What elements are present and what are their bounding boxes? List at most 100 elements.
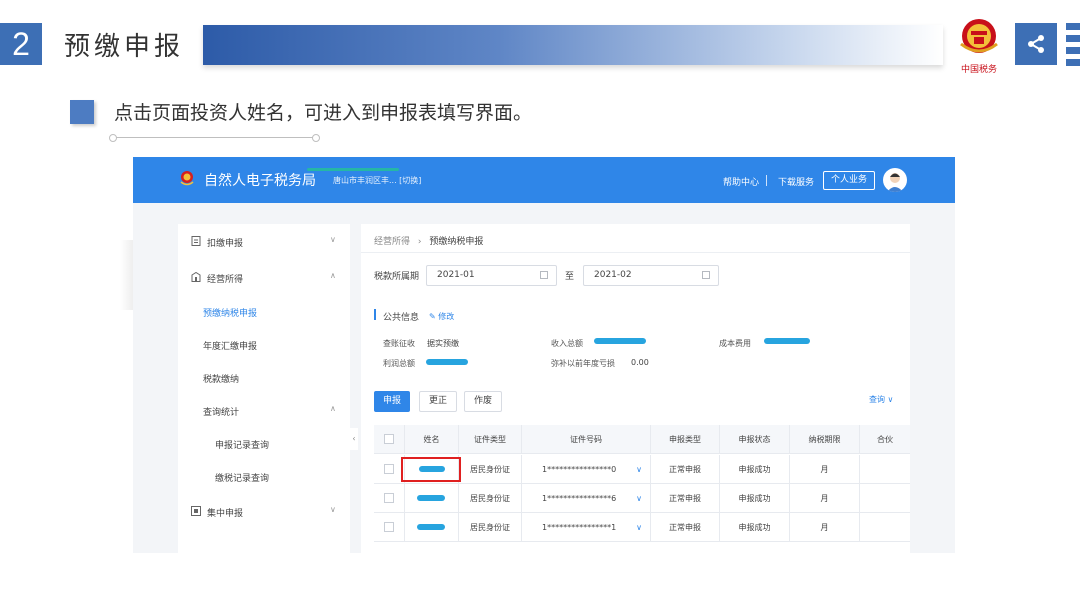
slide-title: 预缴申报	[64, 32, 185, 62]
header-id-number: 证件号码	[522, 425, 651, 454]
site-title: 自然人电子税务局	[204, 173, 316, 189]
void-button[interactable]: 作废	[464, 391, 502, 412]
sidebar-item-query-stats[interactable]: 查询统计	[203, 405, 239, 418]
partnership-cell	[860, 484, 910, 513]
sidebar-item-batch-declaration[interactable]: 集中申报 ∨	[178, 498, 350, 526]
decorative-divider	[109, 134, 320, 142]
sidebar-item-business-income[interactable]: 经营所得 ∧	[178, 264, 350, 292]
region-switch[interactable]: 唐山市丰润区丰... [切换]	[333, 175, 421, 186]
edit-label: 修改	[438, 312, 455, 321]
header-id-type: 证件类型	[459, 425, 522, 454]
row-checkbox[interactable]	[384, 493, 394, 503]
avatar[interactable]	[883, 168, 907, 192]
row-checkbox-cell	[374, 513, 405, 542]
share-icon	[1028, 35, 1044, 53]
profit-total-label: 利润总额	[383, 359, 415, 368]
sidebar-item-label: 集中申报	[207, 509, 244, 519]
breadcrumb-current: 预缴纳税申报	[429, 237, 484, 247]
sidebar-item-withholding[interactable]: 扣缴申报 ∨	[178, 228, 350, 256]
header-period: 纳税期限	[790, 425, 860, 454]
sidebar-item-declaration-records[interactable]: 申报记录查询	[215, 438, 269, 451]
header-name: 姓名	[405, 425, 459, 454]
table-header-row: 姓名 证件类型 证件号码 申报类型 申报状态 纳税期限 合伙	[374, 425, 910, 454]
decl-type-cell: 正常申报	[651, 484, 720, 513]
sidebar-collapse-toggle[interactable]: ‹	[350, 428, 358, 450]
personal-business-button[interactable]: 个人业务	[823, 171, 875, 190]
date-from-value: 2021-01	[437, 270, 475, 280]
period-cell: 月	[790, 513, 860, 542]
calendar-icon	[702, 271, 710, 279]
menu-edge-icon	[1066, 23, 1080, 66]
table-row: 居民身份证 1****************6 ∨ 正常申报 申报成功 月	[374, 484, 910, 513]
investor-name-cell	[405, 513, 459, 542]
building-icon	[191, 272, 201, 282]
income-total-label: 收入总额	[551, 339, 583, 348]
header-status: 申报状态	[720, 425, 790, 454]
status-cell: 申报成功	[720, 513, 790, 542]
pencil-icon: ✎	[429, 312, 439, 321]
date-range-separator: 至	[565, 272, 575, 282]
divider	[361, 252, 910, 253]
section-marker	[374, 309, 376, 320]
investor-name-link[interactable]	[417, 524, 445, 530]
partnership-cell	[860, 455, 910, 484]
redacted-income	[594, 338, 646, 344]
highlight-box	[401, 457, 461, 482]
sidebar-item-annual[interactable]: 年度汇缴申报	[203, 339, 257, 352]
site-emblem-icon	[180, 171, 194, 186]
prior-loss-label: 弥补以前年度亏损	[551, 359, 615, 368]
sidebar-item-payment-records[interactable]: 缴税记录查询	[215, 471, 269, 484]
redacted-cost	[764, 338, 810, 344]
row-checkbox[interactable]	[384, 464, 394, 474]
bullet-square	[70, 100, 94, 124]
status-cell: 申报成功	[720, 455, 790, 484]
download-service-link[interactable]: 下载服务	[778, 175, 814, 188]
nav-divider	[766, 175, 767, 186]
declare-button[interactable]: 申报	[374, 391, 410, 412]
levy-method-value: 据实预缴	[427, 339, 459, 348]
top-navigation-bar: 自然人电子税务局 唐山市丰润区丰... [切换] 帮助中心 下载服务 个人业务	[133, 157, 955, 203]
investor-name-link[interactable]	[417, 495, 445, 501]
redacted-profit	[426, 359, 468, 365]
id-type-cell: 居民身份证	[459, 484, 522, 513]
header-decl-type: 申报类型	[651, 425, 720, 454]
chevron-down-icon[interactable]: ∨	[636, 484, 642, 513]
date-to-input[interactable]: 2021-02	[583, 265, 719, 286]
edit-link[interactable]: ✎ 修改	[429, 311, 454, 322]
id-number-cell: 1****************1 ∨	[522, 513, 651, 542]
sidebar-item-label: 扣缴申报	[207, 239, 244, 249]
row-checkbox-cell	[374, 484, 405, 513]
row-checkbox[interactable]	[384, 522, 394, 532]
partnership-cell	[860, 513, 910, 542]
date-from-input[interactable]: 2021-01	[426, 265, 557, 286]
query-toggle[interactable]: 查询 ∨	[869, 394, 893, 405]
sidebar-item-label: 经营所得	[207, 275, 244, 285]
sidebar-item-tax-payment[interactable]: 税款缴纳	[203, 372, 239, 385]
correct-button[interactable]: 更正	[419, 391, 457, 412]
breadcrumb-parent[interactable]: 经营所得	[374, 237, 410, 247]
select-all-checkbox[interactable]	[384, 434, 394, 444]
breadcrumb-separator: ›	[417, 237, 422, 247]
id-type-cell: 居民身份证	[459, 455, 522, 484]
help-center-link[interactable]: 帮助中心	[723, 175, 759, 188]
sidebar: 扣缴申报 ∨ 经营所得 ∧ 预缴纳税申报 年度汇缴申报 税款缴纳 查询统计 ∧ …	[178, 224, 350, 553]
id-number: 1****************6	[542, 494, 617, 503]
main-panel: 经营所得 › 预缴纳税申报 税款所属期 2021-01 至 2021-02 公共…	[361, 224, 910, 553]
period-cell: 月	[790, 455, 860, 484]
emblem-caption: 中国税务	[961, 63, 997, 75]
chevron-up-icon: ∧	[330, 404, 336, 413]
id-number-cell: 1****************0 ∨	[522, 455, 651, 484]
share-button[interactable]	[1015, 23, 1057, 65]
embedded-screenshot: 自然人电子税务局 唐山市丰润区丰... [切换] 帮助中心 下载服务 个人业务 …	[133, 157, 955, 553]
date-to-value: 2021-02	[594, 270, 632, 280]
sidebar-item-prepayment[interactable]: 预缴纳税申报	[203, 306, 257, 319]
header-partnership: 合伙	[877, 435, 893, 444]
breadcrumb: 经营所得 › 预缴纳税申报	[374, 234, 483, 247]
user-avatar-icon	[887, 173, 903, 192]
slide: 2 预缴申报 中国税务 点击页面投资人姓名，可进入到申报表填写界面。 自然人电子…	[0, 0, 1080, 608]
period-label: 税款所属期	[374, 272, 420, 282]
chevron-down-icon[interactable]: ∨	[636, 455, 642, 484]
id-number: 1****************1	[542, 523, 617, 532]
chevron-down-icon[interactable]: ∨	[636, 513, 642, 542]
section-title: 公共信息	[383, 313, 420, 323]
